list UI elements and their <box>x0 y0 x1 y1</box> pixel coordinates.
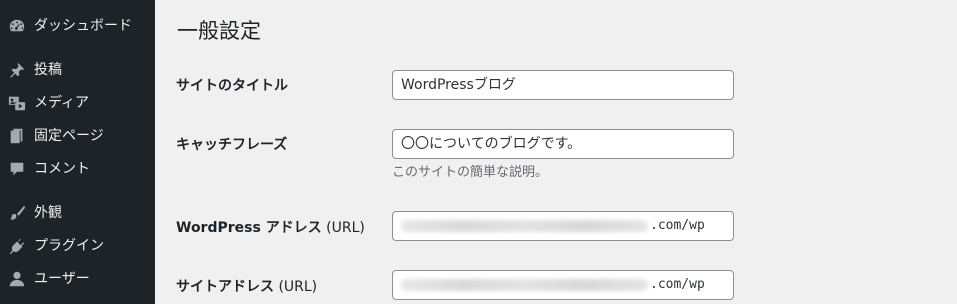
sidebar-item-label: プラグイン <box>34 238 104 254</box>
wp-address-label-main: WordPress アドレス <box>176 220 322 236</box>
sidebar-item-posts[interactable]: 投稿 <box>0 57 155 83</box>
site-address-label: サイトアドレス (URL) <box>176 277 317 297</box>
sidebar-item-media[interactable]: メディア <box>0 90 155 116</box>
site-address-value: .com/wp <box>650 277 705 292</box>
comment-icon <box>8 160 26 178</box>
main-content: 一般設定 サイトのタイトル WordPressブログ キャッチフレーズ 〇〇につ… <box>155 0 957 304</box>
pin-icon <box>8 61 26 79</box>
site-title-label: サイトのタイトル <box>176 78 288 94</box>
site-title-value: WordPressブログ <box>401 77 516 93</box>
dashboard-icon <box>8 17 26 35</box>
sidebar-item-label: ユーザー <box>34 271 90 287</box>
sidebar-item-label: メディア <box>34 95 90 111</box>
sidebar-item-label: 投稿 <box>34 62 62 78</box>
redacted-url <box>401 278 648 291</box>
sidebar-item-comments[interactable]: コメント <box>0 156 155 182</box>
tagline-input[interactable]: 〇〇についてのブログです。 <box>392 129 734 159</box>
wp-address-label-suffix: (URL) <box>321 220 365 236</box>
site-address-input[interactable]: .com/wp <box>392 270 734 300</box>
sidebar-item-label: 外観 <box>34 205 62 221</box>
site-address-label-main: サイトアドレス <box>176 279 274 295</box>
wp-address-input[interactable]: .com/wp <box>392 211 734 241</box>
sidebar-item-plugins[interactable]: プラグイン <box>0 233 155 259</box>
wp-address-label: WordPress アドレス (URL) <box>176 218 365 238</box>
sidebar-item-label: 固定ページ <box>34 128 104 144</box>
wp-address-value: .com/wp <box>650 218 705 233</box>
sidebar-item-label: コメント <box>34 161 90 177</box>
sidebar-item-appearance[interactable]: 外観 <box>0 200 155 226</box>
tagline-label: キャッチフレーズ <box>176 137 288 153</box>
media-icon <box>8 94 26 112</box>
site-address-label-suffix: (URL) <box>274 279 318 295</box>
tagline-value: 〇〇についてのブログです。 <box>401 136 582 152</box>
page-icon <box>8 127 26 145</box>
sidebar-item-label: ダッシュボード <box>34 18 132 34</box>
sidebar-item-pages[interactable]: 固定ページ <box>0 123 155 149</box>
brush-icon <box>8 204 26 222</box>
tagline-description: このサイトの簡単な説明。 <box>392 165 549 180</box>
admin-sidebar: ダッシュボード 投稿 メディア 固定ページ コメント 外観 プラグイン ユーザー <box>0 0 155 304</box>
site-title-input[interactable]: WordPressブログ <box>392 70 734 100</box>
plugin-icon <box>8 237 26 255</box>
redacted-url <box>401 219 648 232</box>
user-icon <box>8 270 26 288</box>
sidebar-item-dashboard[interactable]: ダッシュボード <box>0 13 155 39</box>
sidebar-item-users[interactable]: ユーザー <box>0 266 155 292</box>
page-title: 一般設定 <box>177 19 261 43</box>
